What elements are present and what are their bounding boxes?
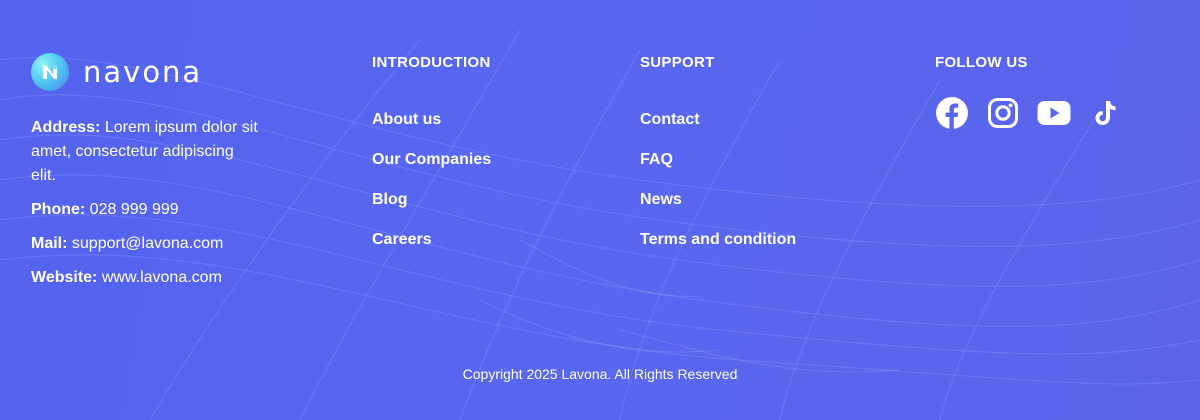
contact-info: Address: Lorem ipsum dolor sit amet, con… [31, 116, 263, 300]
brand-logo[interactable]: navona [31, 52, 202, 92]
instagram-icon[interactable] [986, 96, 1020, 130]
website-label: Website: [31, 269, 98, 286]
footer-link-terms[interactable]: Terms and condition [640, 229, 796, 269]
website-value[interactable]: www.lavona.com [102, 269, 222, 286]
navona-n-logo-icon [31, 53, 69, 91]
facebook-icon[interactable] [935, 96, 969, 130]
address-row: Address: Lorem ipsum dolor sit amet, con… [31, 116, 263, 188]
introduction-heading: INTRODUCTION [372, 54, 491, 71]
support-heading: SUPPORT [640, 54, 715, 71]
footer-link-blog[interactable]: Blog [372, 189, 491, 229]
brand-name: navona [83, 55, 203, 89]
address-label: Address: [31, 119, 101, 136]
copyright-text: Copyright 2025 Lavona. All Rights Reserv… [462, 366, 738, 382]
website-row: Website: www.lavona.com [31, 266, 263, 290]
mail-value[interactable]: support@lavona.com [72, 235, 223, 252]
footer-link-careers[interactable]: Careers [372, 229, 491, 269]
mail-row: Mail: support@lavona.com [31, 232, 263, 256]
mail-label: Mail: [31, 235, 68, 252]
youtube-icon[interactable] [1037, 96, 1071, 130]
follow-heading: FOLLOW US [935, 54, 1028, 71]
social-links [935, 96, 1122, 130]
footer-link-news[interactable]: News [640, 189, 796, 229]
footer-link-contact[interactable]: Contact [640, 109, 796, 149]
phone-row: Phone: 028 999 999 [31, 198, 263, 222]
footer-link-our-companies[interactable]: Our Companies [372, 149, 491, 189]
support-links: Contact FAQ News Terms and condition [640, 109, 796, 269]
site-footer: navona Address: Lorem ipsum dolor sit am… [0, 0, 1200, 420]
footer-link-faq[interactable]: FAQ [640, 149, 796, 189]
phone-value[interactable]: 028 999 999 [90, 201, 179, 218]
phone-label: Phone: [31, 201, 86, 218]
tiktok-icon[interactable] [1088, 96, 1122, 130]
introduction-links: About us Our Companies Blog Careers [372, 109, 491, 269]
footer-link-about-us[interactable]: About us [372, 109, 491, 149]
